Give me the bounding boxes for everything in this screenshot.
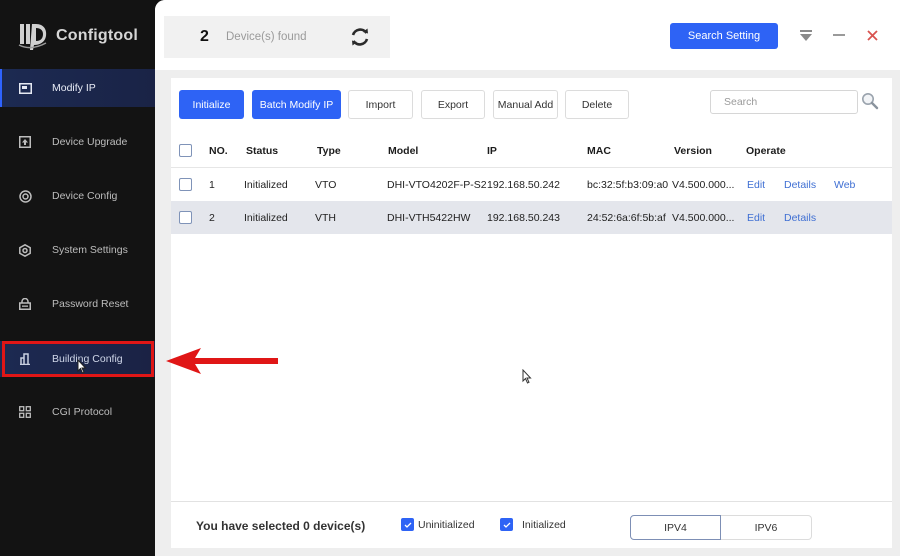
details-link[interactable]: Details: [784, 168, 816, 201]
building-icon: [18, 352, 32, 366]
search-icon[interactable]: [861, 92, 879, 110]
main-panel: 2 Device(s) found Search Setting Initial…: [155, 0, 900, 556]
cell-no: 1: [209, 178, 215, 191]
import-button[interactable]: Import: [348, 90, 413, 119]
logo-icon: [18, 24, 47, 50]
close-button[interactable]: [863, 26, 881, 44]
manual-add-button[interactable]: Manual Add: [493, 90, 558, 119]
delete-button[interactable]: Delete: [565, 90, 629, 119]
initialize-button[interactable]: Initialize: [179, 90, 244, 119]
batch-modify-ip-button[interactable]: Batch Modify IP: [252, 90, 341, 119]
search-input[interactable]: [711, 91, 857, 113]
ip-version-toggle: IPV4 IPV6: [630, 515, 812, 540]
configtool-window: Configtool Modify IP Device Upgrade Devi…: [0, 0, 900, 556]
top-bar: 2 Device(s) found Search Setting: [155, 0, 900, 70]
sidebar-item-password-reset[interactable]: Password Reset: [0, 285, 155, 323]
row-checkbox[interactable]: [179, 211, 192, 224]
devices-found-panel: 2 Device(s) found: [164, 16, 390, 58]
selected-count-text: You have selected 0 device(s): [196, 519, 366, 533]
column-header-status: Status: [246, 144, 279, 157]
sidebar-item-label: System Settings: [52, 244, 128, 256]
select-all-checkbox[interactable]: [179, 144, 192, 157]
sidebar-item-label: Device Upgrade: [52, 136, 128, 148]
row-checkbox[interactable]: [179, 178, 192, 191]
search-setting-button[interactable]: Search Setting: [670, 23, 778, 49]
checkbox-checked-icon[interactable]: [500, 518, 513, 531]
cell-status: Initialized: [244, 178, 288, 191]
cell-ip: 192.168.50.243: [487, 211, 560, 224]
table-row[interactable]: 2 Initialized VTH DHI-VTH5422HW 192.168.…: [171, 201, 892, 234]
sidebar-item-label: Device Config: [52, 190, 118, 202]
filter-label: Uninitialized: [418, 518, 475, 531]
web-link[interactable]: Web: [834, 168, 855, 201]
sidebar-item-cgi-protocol[interactable]: CGI Protocol: [0, 393, 155, 431]
sidebar: Configtool Modify IP Device Upgrade Devi…: [0, 0, 155, 556]
filter-uninitialized[interactable]: Uninitialized: [401, 518, 475, 531]
device-count-label: Device(s) found: [226, 31, 307, 43]
cell-type: VTO: [315, 178, 337, 191]
sidebar-item-system-settings[interactable]: System Settings: [0, 231, 155, 269]
sidebar-item-label: Modify IP: [52, 82, 96, 94]
app-logo: Configtool: [18, 20, 138, 52]
column-header-model: Model: [388, 144, 419, 157]
sidebar-item-building-config[interactable]: Building Config: [0, 341, 155, 377]
device-count: 2: [200, 28, 209, 45]
modify-ip-icon: [18, 81, 32, 95]
lock-icon: [18, 297, 32, 311]
dropdown-menu-button[interactable]: [797, 26, 815, 44]
cell-model: DHI-VTH5422HW: [387, 211, 471, 224]
cell-status: Initialized: [244, 211, 288, 224]
system-settings-icon: [18, 243, 32, 257]
dropdown-triangle-icon: [800, 29, 812, 41]
edit-link[interactable]: Edit: [747, 201, 765, 234]
export-button[interactable]: Export: [421, 90, 485, 119]
column-header-operate: Operate: [746, 144, 786, 157]
column-header-version: Version: [674, 144, 712, 157]
device-table: NO. Status Type Model IP MAC Version Ope…: [171, 134, 892, 234]
device-config-icon: [18, 189, 32, 203]
sidebar-item-modify-ip[interactable]: Modify IP: [0, 69, 155, 107]
cell-model: DHI-VTO4202F-P-S2: [387, 178, 487, 191]
close-icon: [866, 29, 878, 41]
edit-link[interactable]: Edit: [747, 168, 765, 201]
footer-bar: You have selected 0 device(s) Uninitiali…: [171, 501, 892, 548]
sidebar-item-label: CGI Protocol: [52, 406, 113, 418]
cell-ip: 192.168.50.242: [487, 178, 560, 191]
sidebar-item-device-config[interactable]: Device Config: [0, 177, 155, 215]
toolbar: Initialize Batch Modify IP Import Export…: [171, 78, 892, 130]
cell-mac: 24:52:6a:6f:5b:af: [587, 211, 666, 224]
app-title: Configtool: [56, 27, 138, 44]
sidebar-item-label: Building Config: [52, 353, 123, 365]
cell-version: V4.500.000...: [672, 178, 735, 191]
ipv4-button[interactable]: IPV4: [630, 515, 721, 540]
filter-label: Initialized: [522, 518, 566, 531]
minimize-button[interactable]: [830, 26, 848, 44]
column-header-no: NO.: [209, 144, 228, 157]
sidebar-item-label: Password Reset: [52, 298, 129, 310]
cell-mac: bc:32:5f:b3:09:a0: [587, 178, 669, 191]
refresh-icon[interactable]: [349, 26, 371, 48]
cell-no: 2: [209, 211, 215, 224]
column-header-type: Type: [317, 144, 341, 157]
sidebar-item-device-upgrade[interactable]: Device Upgrade: [0, 123, 155, 161]
ipv6-button[interactable]: IPV6: [721, 515, 812, 540]
minimize-icon: [833, 34, 845, 36]
table-header: NO. Status Type Model IP MAC Version Ope…: [171, 134, 892, 168]
device-list-panel: Initialize Batch Modify IP Import Export…: [171, 78, 892, 548]
column-header-mac: MAC: [587, 144, 611, 157]
table-row[interactable]: 1 Initialized VTO DHI-VTO4202F-P-S2 192.…: [171, 168, 892, 201]
cell-version: V4.500.000...: [672, 211, 735, 224]
upgrade-icon: [18, 135, 32, 149]
checkbox-checked-icon[interactable]: [401, 518, 414, 531]
search-field[interactable]: [710, 90, 858, 114]
cell-type: VTH: [315, 211, 336, 224]
column-header-ip: IP: [487, 144, 497, 157]
details-link[interactable]: Details: [784, 201, 816, 234]
cgi-protocol-icon: [18, 405, 32, 419]
filter-initialized[interactable]: Initialized: [500, 518, 566, 531]
